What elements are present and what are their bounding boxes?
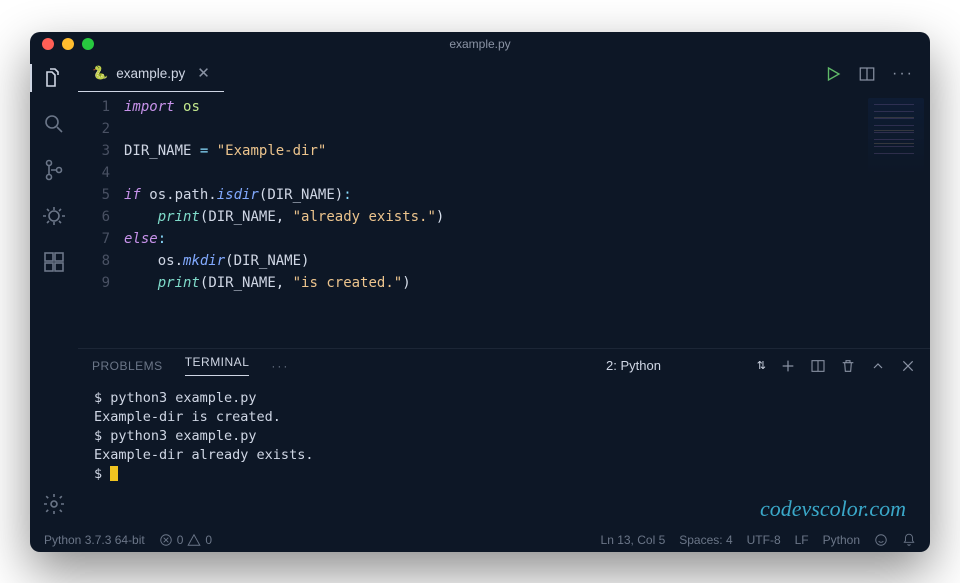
main-area: 🐍 example.py ✕ ··· 123456789 [78, 56, 930, 528]
minimap[interactable] [868, 98, 924, 178]
chevron-updown-icon: ⇅ [757, 359, 766, 372]
workbench-body: 🐍 example.py ✕ ··· 123456789 [30, 56, 930, 528]
vscode-window: example.py [30, 32, 930, 552]
editor-area: 123456789 import os DIR_NAME = "Example-… [78, 92, 930, 348]
code-editor[interactable]: 123456789 import os DIR_NAME = "Example-… [78, 92, 930, 348]
status-language[interactable]: Python [823, 533, 860, 547]
window-title: example.py [30, 37, 930, 51]
titlebar: example.py [30, 32, 930, 56]
activity-bar [30, 56, 78, 528]
terminal-cursor [110, 466, 118, 481]
status-problems[interactable]: 0 0 [159, 533, 212, 547]
status-indent[interactable]: Spaces: 4 [679, 533, 732, 547]
run-icon[interactable] [824, 65, 842, 83]
panel-actions: 2: Python ⇅ [606, 358, 916, 374]
source-control-icon[interactable] [40, 156, 68, 184]
search-icon[interactable] [40, 110, 68, 138]
status-bar: Python 3.7.3 64-bit 0 0 Ln 13, Col 5 Spa… [30, 528, 930, 552]
zoom-window-button[interactable] [82, 38, 94, 50]
explorer-icon[interactable] [40, 64, 68, 92]
debug-icon[interactable] [40, 202, 68, 230]
traffic-lights [42, 38, 94, 50]
editor-actions: ··· [824, 56, 930, 92]
terminal-selector[interactable]: 2: Python ⇅ [606, 358, 766, 373]
status-cursor-pos[interactable]: Ln 13, Col 5 [601, 533, 666, 547]
terminal-selector-label: 2: Python [606, 358, 661, 373]
split-terminal-icon[interactable] [810, 358, 826, 374]
status-encoding[interactable]: UTF-8 [747, 533, 781, 547]
settings-gear-icon[interactable] [40, 490, 68, 518]
tab-filename: example.py [116, 66, 185, 81]
new-terminal-icon[interactable] [780, 358, 796, 374]
panel-tab-bar: PROBLEMS TERMINAL ··· 2: Python ⇅ [78, 349, 930, 383]
line-number-gutter: 123456789 [78, 96, 124, 348]
close-panel-icon[interactable] [900, 358, 916, 374]
kill-terminal-icon[interactable] [840, 358, 856, 374]
status-bell-icon[interactable] [902, 533, 916, 547]
split-editor-icon[interactable] [858, 65, 876, 83]
editor-tab[interactable]: 🐍 example.py ✕ [78, 56, 224, 92]
code-content[interactable]: import os DIR_NAME = "Example-dir" if os… [124, 96, 930, 348]
watermark-text: codevscolor.com [760, 496, 906, 522]
more-actions-icon[interactable]: ··· [892, 65, 914, 83]
panel-tab-problems[interactable]: PROBLEMS [92, 359, 163, 373]
status-interpreter[interactable]: Python 3.7.3 64-bit [44, 533, 145, 547]
panel-tab-terminal[interactable]: TERMINAL [185, 355, 250, 376]
status-eol[interactable]: LF [795, 533, 809, 547]
close-window-button[interactable] [42, 38, 54, 50]
extensions-icon[interactable] [40, 248, 68, 276]
close-tab-icon[interactable]: ✕ [197, 64, 210, 82]
tab-bar: 🐍 example.py ✕ ··· [78, 56, 930, 92]
minimize-window-button[interactable] [62, 38, 74, 50]
maximize-panel-icon[interactable] [870, 358, 886, 374]
python-file-icon: 🐍 [92, 65, 108, 81]
panel-more-icon[interactable]: ··· [271, 359, 289, 373]
status-feedback-icon[interactable] [874, 533, 888, 547]
